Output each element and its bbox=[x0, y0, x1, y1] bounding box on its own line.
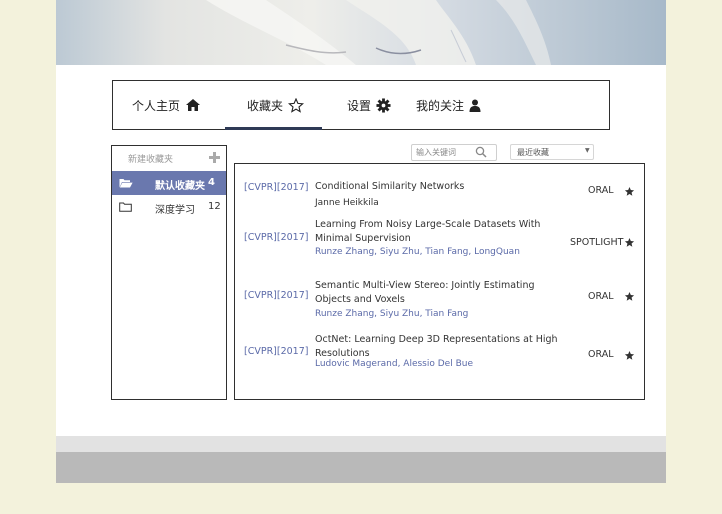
paper-tag: ORAL bbox=[588, 291, 614, 302]
paper-authors[interactable]: Ludovic Magerand, Alessio Del Bue bbox=[315, 359, 565, 369]
sort-select[interactable]: 最近收藏 ▼ bbox=[510, 144, 594, 160]
nav-item-label: 我的关注 bbox=[416, 98, 465, 113]
new-folder-button[interactable]: 新建收藏夹 bbox=[112, 146, 226, 170]
nav-item-label: 收藏夹 bbox=[247, 98, 284, 113]
paper-venue[interactable]: [CVPR][2017] bbox=[244, 182, 308, 193]
paper-authors[interactable]: Runze Zhang, Siyu Zhu, Tian Fang, LongQu… bbox=[315, 247, 565, 257]
nav-item-settings[interactable]: 设置 bbox=[347, 81, 391, 129]
folder-item-default[interactable]: 默认收藏夹 4 bbox=[112, 171, 226, 195]
star-icon[interactable] bbox=[624, 350, 635, 361]
star-icon[interactable] bbox=[624, 186, 635, 197]
search-icon[interactable] bbox=[475, 146, 487, 158]
new-folder-label: 新建收藏夹 bbox=[128, 155, 174, 165]
paper-tag: ORAL bbox=[588, 185, 614, 196]
paper-title[interactable]: Conditional Similarity Networks bbox=[315, 180, 565, 194]
folder-count: 4 bbox=[208, 177, 215, 188]
paper-tag: SPOTLIGHT bbox=[570, 237, 624, 248]
nav-item-following[interactable]: 我的关注 bbox=[416, 81, 481, 129]
folder-name: 深度学习 bbox=[155, 205, 195, 216]
page-panel: 个人主页 收藏夹 设置 我的关注 新建收藏夹 默认收藏夹 4 深度学习 12 输… bbox=[56, 0, 666, 483]
paper-title[interactable]: Learning From Noisy Large-Scale Datasets… bbox=[315, 218, 565, 246]
paper-venue[interactable]: [CVPR][2017] bbox=[244, 346, 308, 357]
chevron-down-icon: ▼ bbox=[585, 147, 590, 154]
footer-dark-bar bbox=[56, 452, 666, 483]
star-outline-icon bbox=[288, 97, 305, 113]
star-icon[interactable] bbox=[624, 237, 635, 248]
nav-item-label: 个人主页 bbox=[132, 98, 181, 113]
folder-open-icon bbox=[119, 179, 133, 188]
folder-sidebar: 新建收藏夹 默认收藏夹 4 深度学习 12 bbox=[111, 145, 227, 400]
paper-venue[interactable]: [CVPR][2017] bbox=[244, 232, 308, 243]
search-box bbox=[411, 144, 497, 161]
plus-icon[interactable] bbox=[209, 152, 220, 163]
paper-title[interactable]: Semantic Multi-View Stereo: Jointly Esti… bbox=[315, 279, 565, 307]
folder-icon bbox=[119, 202, 132, 212]
paper-tag: ORAL bbox=[588, 349, 614, 360]
home-icon bbox=[186, 99, 201, 111]
banner-image bbox=[56, 0, 666, 65]
paper-title[interactable]: OctNet: Learning Deep 3D Representations… bbox=[315, 333, 565, 361]
active-tab-indicator bbox=[225, 127, 322, 130]
paper-authors[interactable]: Janne Heikkila bbox=[315, 198, 565, 208]
main-nav: 个人主页 收藏夹 设置 我的关注 bbox=[112, 80, 610, 130]
star-icon[interactable] bbox=[624, 291, 635, 302]
nav-item-label: 设置 bbox=[347, 98, 372, 113]
gear-icon bbox=[376, 97, 391, 113]
paper-venue[interactable]: [CVPR][2017] bbox=[244, 290, 308, 301]
nav-item-home[interactable]: 个人主页 bbox=[132, 81, 201, 129]
user-icon bbox=[469, 99, 481, 112]
nav-item-favorites[interactable]: 收藏夹 bbox=[247, 81, 305, 129]
sort-select-value: 最近收藏 bbox=[517, 148, 549, 157]
folder-count: 12 bbox=[208, 201, 221, 212]
folder-item-deep-learning[interactable]: 深度学习 12 bbox=[112, 195, 226, 219]
folder-name: 默认收藏夹 bbox=[155, 181, 205, 192]
paper-authors[interactable]: Runze Zhang, Siyu Zhu, Tian Fang bbox=[315, 309, 565, 319]
paper-list: [CVPR][2017] Conditional Similarity Netw… bbox=[234, 163, 645, 400]
search-input[interactable] bbox=[414, 146, 476, 158]
footer-light-bar bbox=[56, 436, 666, 452]
